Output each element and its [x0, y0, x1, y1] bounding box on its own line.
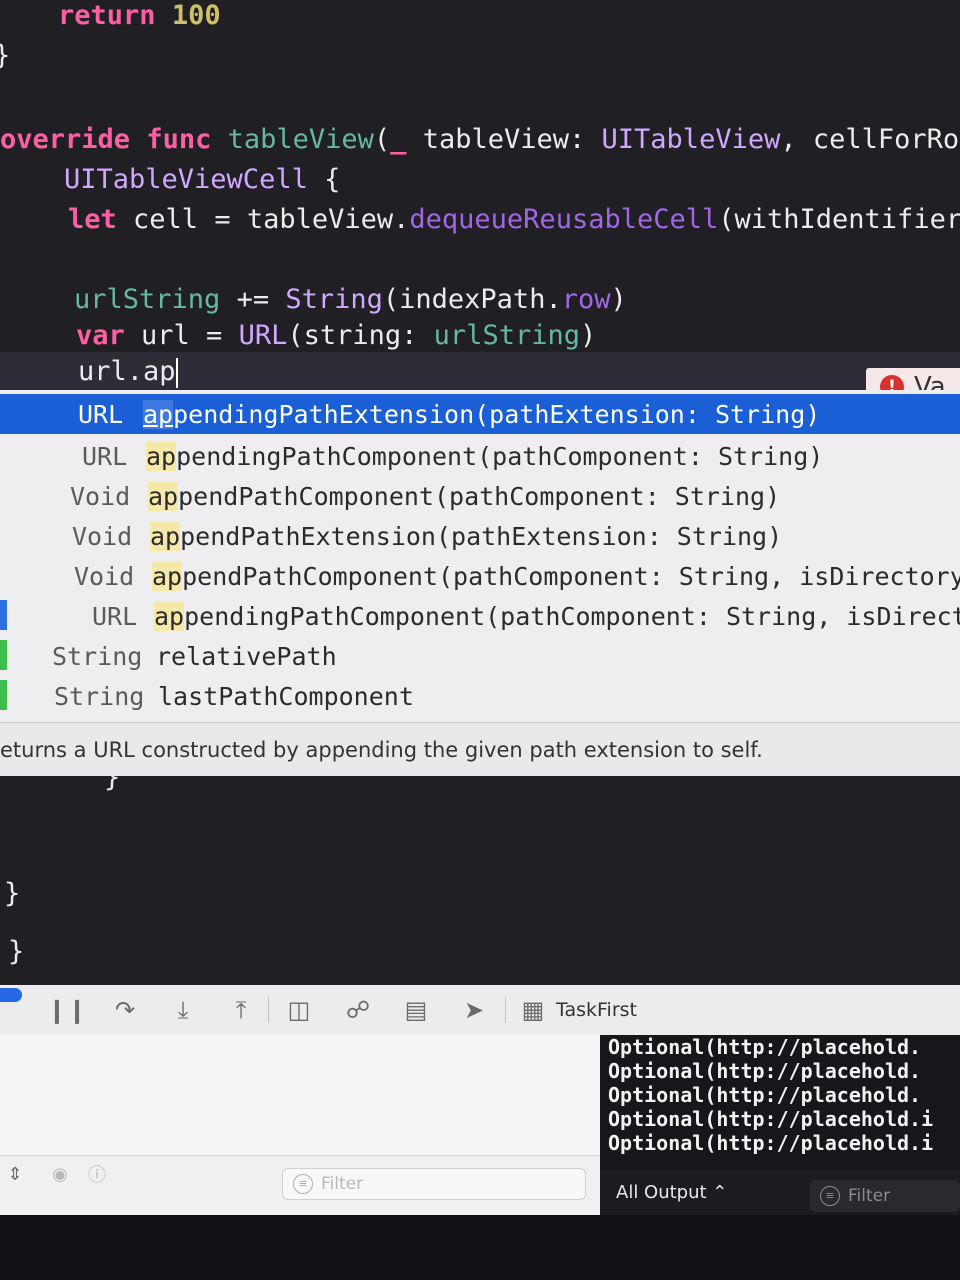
console-line: Optional(http://placehold.i [608, 1107, 934, 1131]
code-line: } [0, 40, 10, 71]
completion-item[interactable]: Void appendPathExtension(pathExtension: … [0, 516, 960, 556]
code-line: UITableViewCell { [64, 164, 341, 195]
step-over-icon[interactable]: ↷ [108, 985, 142, 1035]
code-line-current[interactable]: url.ap [78, 356, 178, 388]
code-line: var url = URL(string: urlString) [76, 320, 597, 351]
autocomplete-popup[interactable]: URL appendingPathExtension(pathExtension… [0, 390, 960, 776]
completion-signature: appendPathExtension(pathExtension: Strin… [150, 522, 783, 551]
pause-icon[interactable]: ❙❙ [47, 985, 87, 1035]
completion-type: String [54, 682, 145, 711]
breakpoints-toggle[interactable] [0, 988, 22, 1002]
code-line: urlString += String(indexPath.row) [74, 284, 627, 315]
completion-type: Void [72, 522, 133, 551]
debug-toolbar: ❙❙ ↷ ⤓ ⤒ ◫ ☍ ▤ ➤ ▦ TaskFirst [0, 985, 960, 1036]
scheme-name[interactable]: TaskFirst [556, 985, 637, 1035]
code-line-func-signature: override func tableView(_ tableView: UIT… [0, 124, 960, 155]
code-line: } [8, 936, 25, 967]
eye-icon[interactable]: ◉ [46, 1156, 74, 1192]
toolbar-divider [505, 997, 506, 1023]
filter-placeholder: Filter [321, 1174, 364, 1194]
text-cursor [175, 357, 178, 388]
code-line: return 100 [58, 0, 221, 31]
completion-signature: relativePath [156, 642, 337, 671]
completion-signature: appendingPathComponent(pathComponent: St… [146, 442, 824, 471]
location-icon[interactable]: ➤ [458, 985, 490, 1035]
scope-selector-icon[interactable]: ⇕ [4, 1156, 26, 1192]
code-line: let cell = tableView.dequeueReusableCell… [68, 204, 960, 235]
thread-icon: ▦ [521, 996, 545, 1024]
completion-type: Void [74, 562, 135, 591]
completion-signature: appendingPathExtension(pathExtension: St… [143, 400, 821, 429]
console-filter-field[interactable]: ≡ Filter [810, 1180, 960, 1212]
completion-item[interactable]: Void appendPathComponent(pathComponent: … [0, 556, 960, 596]
completion-item[interactable]: URL appendingPathComponent(pathComponent… [0, 436, 960, 476]
console-line: Optional(http://placehold. [608, 1059, 922, 1083]
completion-description: eturns a URL constructed by appending th… [0, 722, 960, 776]
completion-type: URL [92, 602, 138, 631]
completion-type: URL [82, 442, 128, 471]
completion-signature: appendPathComponent(pathComponent: Strin… [148, 482, 781, 511]
completion-type: URL [78, 400, 124, 429]
view-hierarchy-icon[interactable]: ◫ [284, 985, 314, 1035]
console-line: Optional(http://placehold. [608, 1035, 922, 1059]
completion-item[interactable]: URL appendingPathComponent(pathComponent… [0, 596, 960, 636]
output-selector[interactable]: All Output ⌃ [616, 1182, 727, 1203]
environment-overrides-icon[interactable]: ▤ [400, 985, 432, 1035]
completion-type: Void [70, 482, 131, 511]
completion-signature: appendPathComponent(pathComponent: Strin… [152, 562, 960, 591]
code-line: } [4, 878, 21, 909]
completion-item[interactable]: URL appendingPathExtension(pathExtension… [0, 394, 960, 434]
completion-item[interactable]: String lastPathComponent [0, 676, 960, 716]
variables-filter-field[interactable]: ≡ Filter [282, 1168, 586, 1200]
console-footer: All Output ⌃ ≡ Filter [600, 1170, 960, 1220]
filter-placeholder: Filter [848, 1186, 891, 1206]
toolbar-divider [268, 997, 269, 1023]
screen-bezel [0, 1215, 960, 1280]
step-out-icon[interactable]: ⤒ [226, 985, 256, 1035]
info-icon[interactable]: ⓘ [84, 1156, 110, 1192]
filter-icon: ≡ [293, 1174, 313, 1194]
memory-graph-icon[interactable]: ☍ [342, 985, 374, 1035]
completion-item[interactable]: Void appendPathComponent(pathComponent: … [0, 476, 960, 516]
step-into-icon[interactable]: ⤓ [168, 985, 198, 1035]
console-line: Optional(http://placehold.i [608, 1131, 934, 1155]
completion-type: String [52, 642, 143, 671]
completion-signature: lastPathComponent [158, 682, 414, 711]
completion-item[interactable]: String relativePath [0, 636, 960, 676]
console-line: Optional(http://placehold. [608, 1083, 922, 1107]
completion-signature: appendingPathComponent(pathComponent: St… [154, 602, 960, 631]
filter-icon: ≡ [820, 1186, 840, 1206]
variables-footer: ⇕ ◉ ⓘ ≡ Filter [0, 1155, 600, 1216]
